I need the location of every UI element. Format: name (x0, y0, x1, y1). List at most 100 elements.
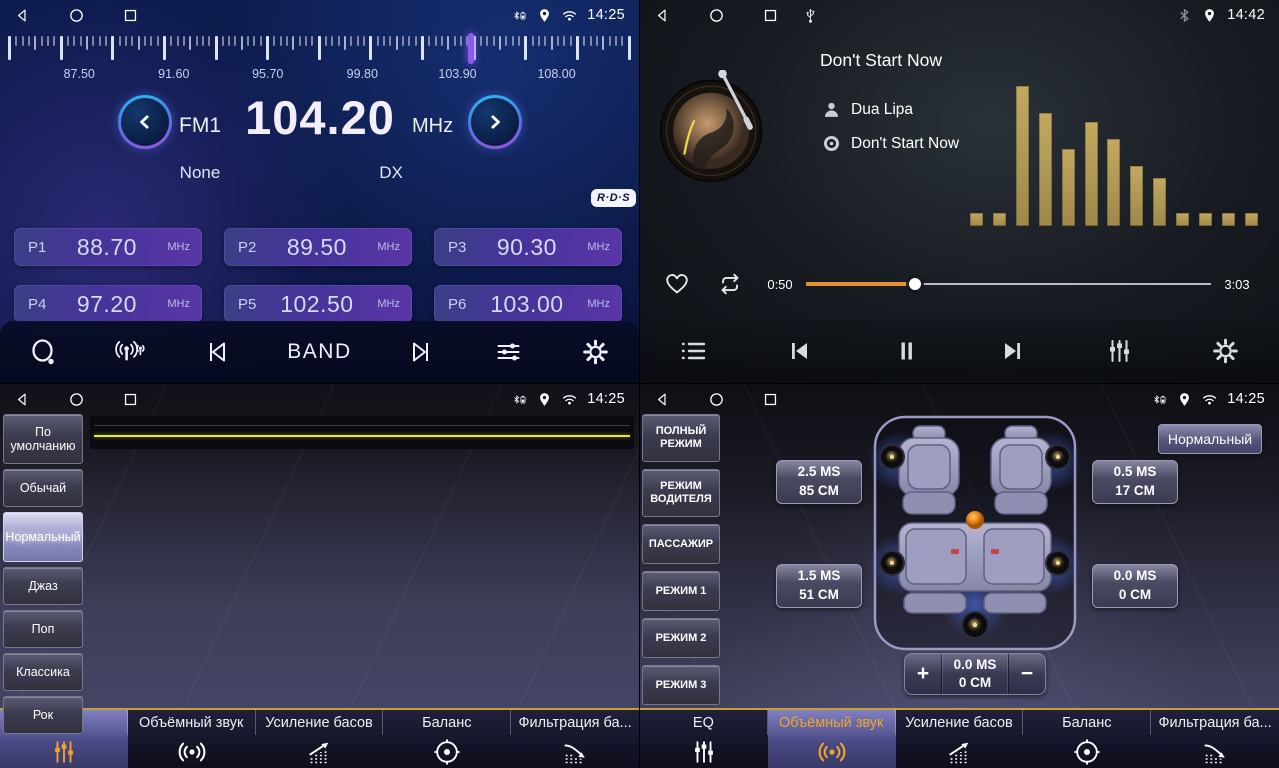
mode-1[interactable]: РЕЖИМ ВОДИТЕЛЯ (642, 469, 720, 517)
spectrum-bar (1245, 213, 1258, 226)
delay-rear-right-button[interactable]: 0.0 MS0 CM (1092, 564, 1178, 608)
nav-recents-icon[interactable] (762, 7, 779, 24)
repeat-button[interactable] (714, 270, 746, 298)
delay-rear-left-button[interactable]: 1.5 MS51 CM (776, 564, 862, 608)
surround-icon (768, 735, 896, 768)
filter-icon (511, 735, 639, 768)
seek-bar[interactable] (806, 277, 1211, 291)
next-outline-button[interactable] (405, 337, 438, 367)
mode-4[interactable]: РЕЖИМ 2 (642, 618, 720, 658)
mode-3[interactable]: РЕЖИМ 1 (642, 571, 720, 611)
tab-balance[interactable]: Баланс (383, 710, 511, 768)
spectrum-bar (1199, 213, 1212, 226)
tab-eq-sliders[interactable]: EQ (640, 710, 768, 768)
nav-recents-icon[interactable] (762, 391, 779, 408)
tab-balance[interactable]: Баланс (1023, 710, 1151, 768)
wifi-icon (562, 8, 577, 23)
gear-button[interactable] (1209, 336, 1242, 366)
prev-outline-button[interactable] (200, 337, 233, 367)
delay-decrease-button[interactable]: − (1009, 662, 1045, 686)
frequency-ticks (8, 36, 631, 63)
nav-recents-icon[interactable] (122, 7, 139, 24)
mode-2[interactable]: ПАССАЖИР (642, 524, 720, 564)
tune-up-button[interactable] (468, 95, 522, 149)
nav-recents-icon[interactable] (122, 391, 139, 408)
eq-preset-4[interactable]: Поп (3, 610, 83, 648)
artist-name: Dua Lipa (851, 101, 913, 119)
gear-button[interactable] (579, 337, 612, 367)
spectrum-bar (1016, 86, 1029, 226)
nav-back-icon[interactable] (654, 391, 671, 408)
pause-button[interactable] (890, 336, 923, 366)
scale-label: 99.80 (347, 67, 378, 81)
bluetooth-battery-icon (512, 8, 527, 23)
delay-front-left-button[interactable]: 2.5 MS85 CM (776, 460, 862, 504)
broadcast-button[interactable] (114, 337, 147, 367)
prev-track-button[interactable] (783, 336, 816, 366)
eq-preset-5[interactable]: Классика (3, 653, 83, 691)
tab-filter[interactable]: Фильтрация ба... (511, 710, 639, 768)
broadcast-icon (114, 337, 147, 367)
frequency-scale[interactable]: 87.5091.6095.7099.80103.90108.00 (0, 33, 639, 83)
eq-preset-3[interactable]: Джаз (3, 567, 83, 605)
preset-button-p1[interactable]: P1 88.70 MHz (14, 228, 202, 266)
mixer-icon (1103, 336, 1136, 366)
nav-home-icon[interactable] (68, 7, 85, 24)
eq-preset-2[interactable]: Нормальный (3, 512, 83, 562)
nav-back-icon[interactable] (14, 391, 31, 408)
preset-button-p2[interactable]: P2 89.50 MHz (224, 228, 412, 266)
eq-curve-display (90, 416, 634, 449)
audio-tabbar-left: EQ Объёмный звук Усиление басов Баланс Ф… (0, 708, 639, 768)
tune-settings-button[interactable] (492, 337, 525, 367)
next-track-button[interactable] (996, 336, 1029, 366)
clock: 14:25 (587, 7, 625, 23)
scan-button[interactable] (27, 337, 60, 367)
nav-back-icon[interactable] (654, 7, 671, 24)
playlist-button[interactable] (677, 336, 710, 366)
bluetooth-battery-icon (512, 392, 527, 407)
elapsed-time: 0:50 (760, 277, 800, 292)
tab-bass-boost[interactable]: Усиление басов (256, 710, 384, 768)
bluetooth-battery-icon (1152, 392, 1167, 407)
preset-button-p5[interactable]: P5 102.50 MHz (224, 285, 412, 323)
delay-front-right-button[interactable]: 0.5 MS17 CM (1092, 460, 1178, 504)
scan-icon (27, 337, 60, 367)
eq-preset-1[interactable]: Обычай (3, 469, 83, 507)
nav-home-icon[interactable] (68, 391, 85, 408)
favorite-button[interactable] (662, 270, 692, 298)
nav-home-icon[interactable] (708, 7, 725, 24)
nav-home-icon[interactable] (708, 391, 725, 408)
preset-button-p6[interactable]: P6 103.00 MHz (434, 285, 622, 323)
seek-knob[interactable] (909, 278, 921, 290)
radio-panel: 14:25 87.5091.6095.7099.80103.90108.00 F… (0, 0, 640, 384)
eq-preset-0[interactable]: По умолчанию (3, 414, 83, 464)
tab-surround[interactable]: Объёмный звук (128, 710, 256, 768)
scale-label: 91.60 (158, 67, 189, 81)
tab-filter[interactable]: Фильтрация ба... (1151, 710, 1279, 768)
radio-toolbar: BAND (0, 321, 639, 383)
listening-mode-list: ПОЛНЫЙ РЕЖИМ РЕЖИМ ВОДИТЕЛЯ ПАССАЖИР РЕЖИМ … (642, 414, 720, 705)
car-cabin-diagram (868, 413, 1082, 653)
mixer-button[interactable] (1103, 336, 1136, 366)
nav-back-icon[interactable] (14, 7, 31, 24)
radio-statusbar: 14:25 (0, 0, 639, 30)
delay-adjust-control: + 0.0 MS 0 CM − (904, 653, 1046, 695)
eq-statusbar: 14:25 (0, 384, 639, 414)
scale-label: 103.90 (438, 67, 476, 81)
mode-0[interactable]: ПОЛНЫЙ РЕЖИМ (642, 414, 720, 462)
mode-5[interactable]: РЕЖИМ 3 (642, 665, 720, 705)
delay-increase-button[interactable]: + (905, 662, 941, 686)
sound-field-panel: 14:25 ПОЛНЫЙ РЕЖИМРЕЖИМ ВОДИТЕЛЯПАССАЖИР… (640, 384, 1279, 768)
tab-bass-boost[interactable]: Усиление басов (896, 710, 1024, 768)
preset-button-p3[interactable]: P3 90.30 MHz (434, 228, 622, 266)
listening-position-handle[interactable] (966, 511, 984, 529)
eq-preset-6[interactable]: Рок (3, 696, 83, 734)
band-button[interactable]: BAND (287, 340, 351, 364)
preset-button-p4[interactable]: P4 97.20 MHz (14, 285, 202, 323)
location-icon (1202, 8, 1217, 23)
location-icon (1177, 392, 1192, 407)
next-track-icon (996, 336, 1029, 366)
sound-preset-button[interactable]: Нормальный (1158, 424, 1262, 454)
spectrum-bar (1062, 149, 1075, 226)
tab-surround[interactable]: Объёмный звук (768, 710, 896, 768)
